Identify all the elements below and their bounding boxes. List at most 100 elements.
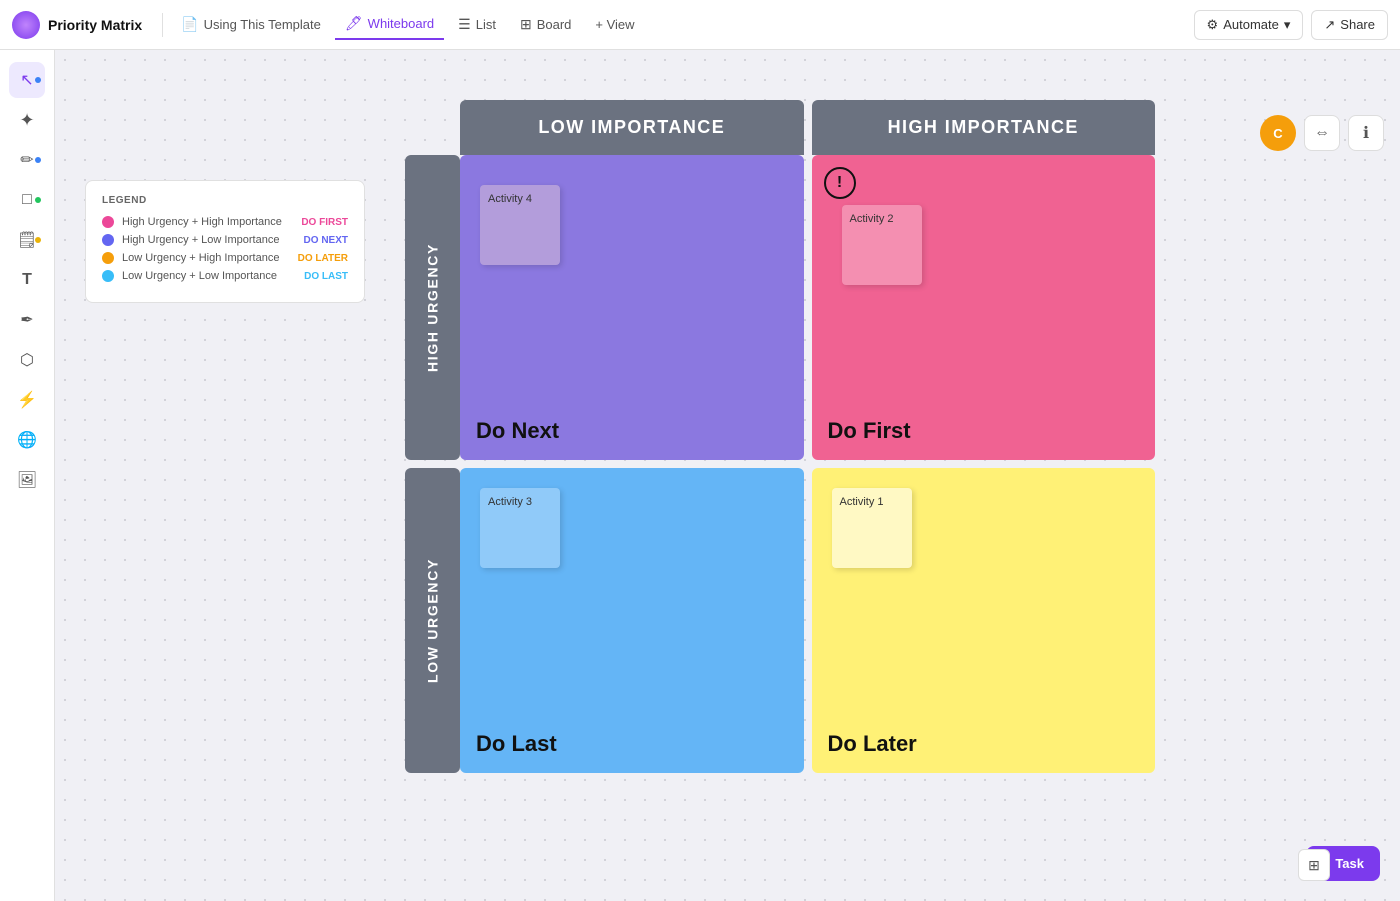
cell-do-later[interactable]: Activity 1 Do Later (812, 468, 1156, 773)
nav-right: ⚙ Automate ▾ ↗ Share (1194, 10, 1388, 40)
whiteboard-icon: 🖊 (345, 15, 363, 32)
tab-list[interactable]: ☰ List (448, 10, 506, 39)
image-icon: 🖼 (17, 470, 37, 490)
connector-tool[interactable]: ⚡ (9, 382, 45, 418)
tab-view-label: + View (595, 17, 634, 32)
legend-tag-do-later: DO LATER (298, 253, 348, 264)
left-toolbar: ↖ ✦ ✏ □ 🗒 T ✒ ⬡ ⚡ 🌐 🖼 (0, 50, 55, 901)
cell-do-first[interactable]: ! Activity 2 Do First (812, 155, 1156, 460)
top-right-buttons: C ⇔ ℹ (1260, 115, 1384, 151)
tab-board-label: Board (537, 17, 572, 32)
matrix-row-top: Activity 4 Do Next ! Activity 2 Do First (460, 155, 1155, 460)
text-tool[interactable]: T (9, 262, 45, 298)
exclamation-icon: ! (824, 167, 856, 199)
magic-icon: ✦ (19, 110, 34, 131)
globe-icon: 🌐 (17, 430, 37, 450)
text-icon: T (22, 271, 32, 289)
legend-dot-do-later (102, 252, 114, 264)
legend-dot-do-first (102, 216, 114, 228)
sticky-activity4[interactable]: Activity 4 (480, 185, 560, 265)
share-icon: ↗ (1324, 17, 1335, 33)
cell-do-last-label: Do Last (476, 731, 557, 757)
top-nav: Priority Matrix 📄 Using This Template 🖊 … (0, 0, 1400, 50)
line-icon: ✒ (20, 310, 33, 330)
automate-chevron: ▾ (1284, 17, 1291, 33)
line-tool[interactable]: ✒ (9, 302, 45, 338)
cell-do-next-label: Do Next (476, 418, 559, 444)
sticky-activity3[interactable]: Activity 3 (480, 488, 560, 568)
legend-dot-do-next (102, 234, 114, 246)
matrix-col-headers: LOW IMPORTANCE HIGH IMPORTANCE (460, 100, 1155, 155)
legend-item-do-last: Low Urgency + Low Importance DO LAST (102, 270, 348, 282)
tab-whiteboard[interactable]: 🖊 Whiteboard (335, 9, 444, 40)
fit-view-icon: ⇔ (1314, 124, 1330, 142)
cell-do-next[interactable]: Activity 4 Do Next (460, 155, 804, 460)
select-tool[interactable]: ↖ (9, 62, 45, 98)
legend-tag-do-next: DO NEXT (304, 235, 348, 246)
app-logo (12, 11, 40, 39)
automate-button[interactable]: ⚙ Automate ▾ (1194, 10, 1304, 40)
avatar-label: C (1273, 126, 1282, 141)
tab-whiteboard-label: Whiteboard (368, 16, 434, 31)
activity1-label: Activity 1 (840, 496, 884, 508)
tab-using-template[interactable]: 📄 Using This Template (171, 10, 331, 39)
legend-item-do-next: High Urgency + Low Importance DO NEXT (102, 234, 348, 246)
automate-label: Automate (1223, 17, 1279, 32)
diagram-icon: ⬡ (20, 350, 34, 370)
legend-box: LEGEND High Urgency + High Importance DO… (85, 180, 365, 303)
tab-list-label: List (476, 17, 496, 32)
matrix-grid: HIGH URGENCY LOW URGENCY Activity 4 Do N… (405, 155, 1155, 773)
grid-view-button[interactable]: ⊞ (1298, 849, 1330, 881)
fit-view-button[interactable]: ⇔ (1304, 115, 1340, 151)
select-icon: ↖ (20, 70, 33, 90)
legend-item-do-later: Low Urgency + High Importance DO LATER (102, 252, 348, 264)
sticky-activity1[interactable]: Activity 1 (832, 488, 912, 568)
grid-icon: ⊞ (1308, 857, 1320, 874)
cell-do-last[interactable]: Activity 3 Do Last (460, 468, 804, 773)
user-avatar[interactable]: C (1260, 115, 1296, 151)
cell-do-later-label: Do Later (828, 731, 917, 757)
rect-icon: □ (22, 191, 32, 209)
matrix-row-bottom: Activity 3 Do Last Activity 1 Do Later (460, 468, 1155, 773)
image-tool[interactable]: 🖼 (9, 462, 45, 498)
row-label-col: HIGH URGENCY LOW URGENCY (405, 155, 460, 773)
col-header-high-importance: HIGH IMPORTANCE (812, 100, 1156, 155)
legend-text-do-first: High Urgency + High Importance (122, 216, 293, 228)
rect-dot (35, 197, 41, 203)
row-label-low-urgency: LOW URGENCY (405, 468, 460, 773)
sticky-activity2[interactable]: Activity 2 (842, 205, 922, 285)
tab-board[interactable]: ⊞ Board (510, 10, 581, 39)
activity4-label: Activity 4 (488, 193, 532, 205)
share-button[interactable]: ↗ Share (1311, 10, 1388, 40)
tab-view[interactable]: + View (585, 11, 644, 38)
sticky-dot (35, 237, 41, 243)
canvas-area[interactable]: LEGEND High Urgency + High Importance DO… (55, 50, 1400, 901)
globe-tool[interactable]: 🌐 (9, 422, 45, 458)
activity3-label: Activity 3 (488, 496, 532, 508)
select-dot (35, 77, 41, 83)
matrix-container: LOW IMPORTANCE HIGH IMPORTANCE HIGH URGE… (405, 100, 1155, 773)
activity2-label: Activity 2 (850, 213, 894, 225)
diagram-tool[interactable]: ⬡ (9, 342, 45, 378)
legend-text-do-next: High Urgency + Low Importance (122, 234, 296, 246)
board-icon: ⊞ (520, 16, 532, 33)
nav-separator (162, 13, 163, 37)
pen-tool[interactable]: ✏ (9, 142, 45, 178)
col-header-low-importance: LOW IMPORTANCE (460, 100, 804, 155)
pen-dot (35, 157, 41, 163)
legend-item-do-first: High Urgency + High Importance DO FIRST (102, 216, 348, 228)
info-button[interactable]: ℹ (1348, 115, 1384, 151)
pen-icon: ✏ (20, 150, 33, 170)
row-label-high-urgency: HIGH URGENCY (405, 155, 460, 460)
legend-dot-do-last (102, 270, 114, 282)
list-icon: ☰ (458, 16, 471, 33)
sticky-tool[interactable]: 🗒 (9, 222, 45, 258)
app-title: Priority Matrix (48, 17, 142, 33)
cell-do-first-label: Do First (828, 418, 911, 444)
legend-text-do-later: Low Urgency + High Importance (122, 252, 290, 264)
magic-tool[interactable]: ✦ (9, 102, 45, 138)
rect-tool[interactable]: □ (9, 182, 45, 218)
doc-icon: 📄 (181, 16, 198, 33)
legend-tag-do-last: DO LAST (304, 271, 348, 282)
tab-using-template-label: Using This Template (204, 17, 321, 32)
